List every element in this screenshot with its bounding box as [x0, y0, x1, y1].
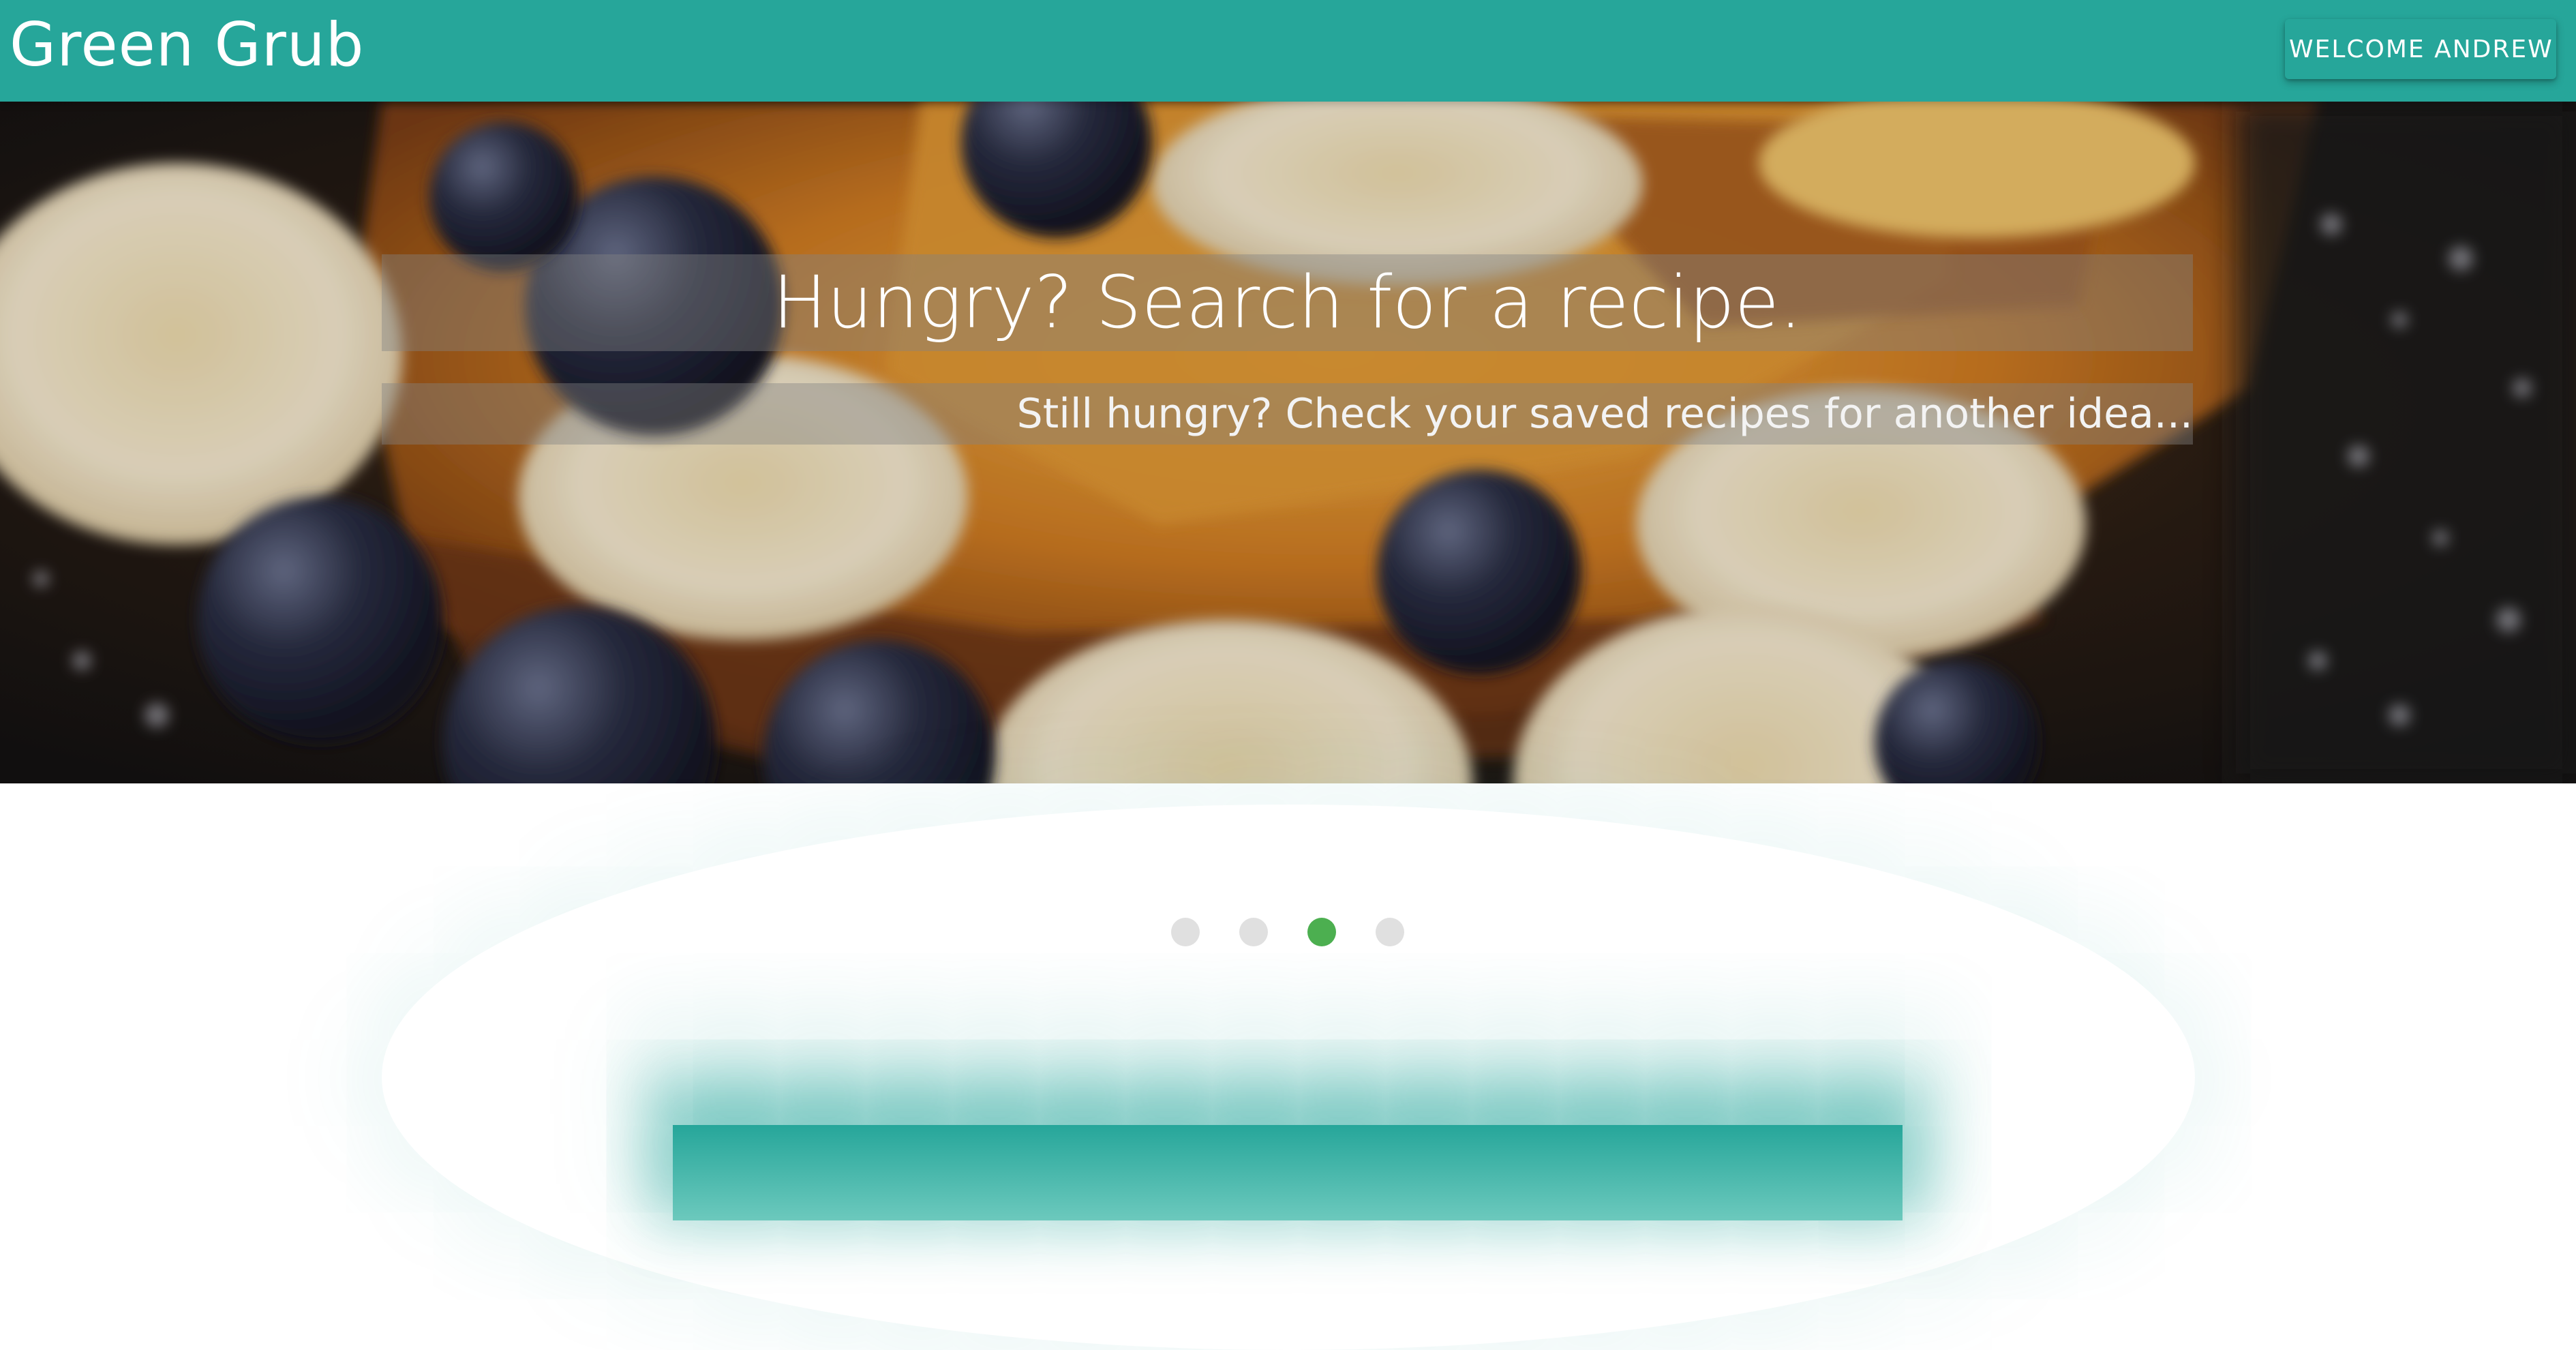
hero-title: Hungry? Search for a recipe. — [382, 254, 2193, 351]
top-navbar: Green Grub WELCOME ANDREW — [0, 0, 2576, 102]
welcome-user-button[interactable]: WELCOME ANDREW — [2285, 19, 2556, 79]
search-panel — [673, 1125, 1903, 1220]
hero-subtitle: Still hungry? Check your saved recipes f… — [382, 383, 2193, 445]
panel-glow — [382, 805, 2195, 1350]
brand-logo[interactable]: Green Grub — [10, 4, 364, 86]
hero-slider: Hungry? Search for a recipe. Still hungr… — [0, 102, 2576, 783]
